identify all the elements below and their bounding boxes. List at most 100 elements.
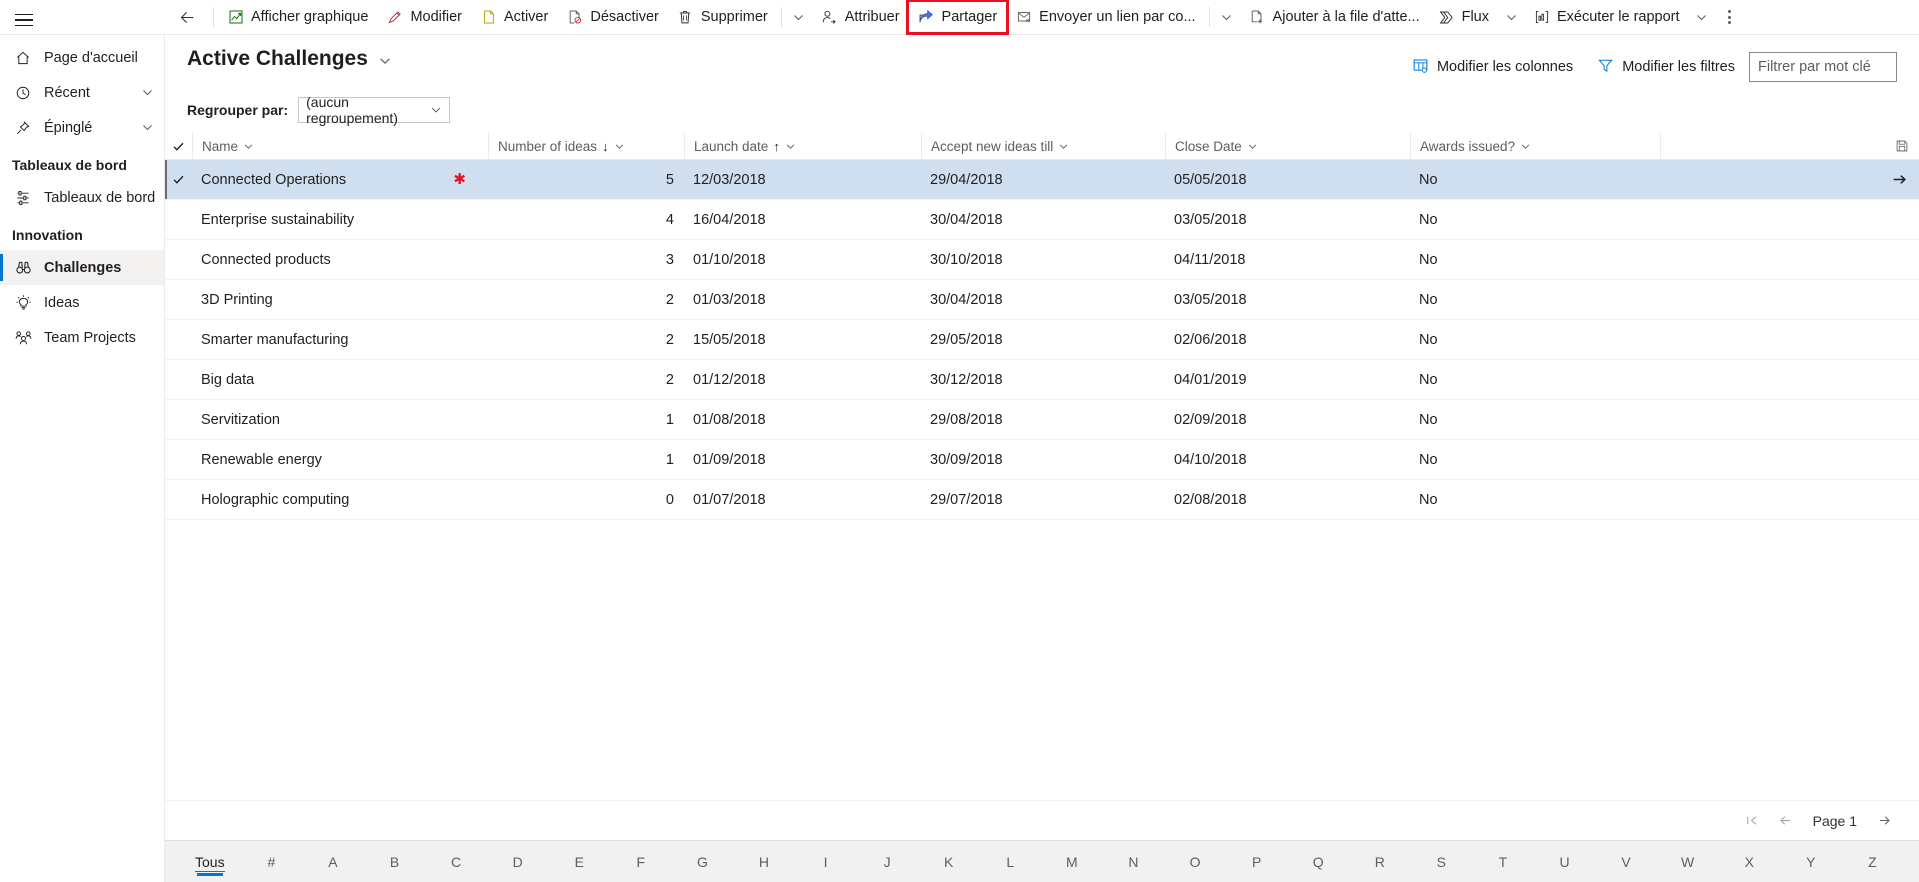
sidebar: Page d'accueil Récent Épinglé Tableaux d… [0, 13, 165, 882]
cell-name[interactable]: Connected products [192, 252, 488, 268]
page-next-button[interactable] [1867, 806, 1901, 836]
sidebar-item-ideas[interactable]: Ideas [0, 285, 164, 320]
sidebar-item-challenges[interactable]: Challenges [0, 250, 164, 285]
command-edit[interactable]: Modifier [377, 2, 471, 32]
command-activate[interactable]: Activer [471, 2, 557, 32]
table-row[interactable]: Connected Operations ✱ 5 12/03/2018 29/04/20… [165, 160, 1919, 200]
table-row[interactable]: Enterprise sustainability 4 16/04/2018 30/0… [165, 200, 1919, 240]
alpha-filter-e[interactable]: E [548, 852, 610, 872]
back-button[interactable] [165, 0, 209, 34]
column-header-awards-issued[interactable]: Awards issued? [1410, 132, 1660, 160]
alpha-filter-w[interactable]: W [1657, 852, 1719, 872]
command-run-report[interactable]: Exécuter le rapport [1524, 2, 1689, 32]
alpha-filter-a[interactable]: A [302, 852, 364, 872]
alpha-filter-t[interactable]: T [1472, 852, 1534, 872]
alpha-filter-m[interactable]: M [1041, 852, 1103, 872]
table-row[interactable]: Renewable energy 1 01/09/2018 30/09/2018 04/… [165, 440, 1919, 480]
command-share[interactable]: Partager [905, 0, 1010, 35]
alpha-filter-v[interactable]: V [1595, 852, 1657, 872]
command-flow[interactable]: Flux [1429, 2, 1498, 32]
alpha-filter-i[interactable]: I [795, 852, 857, 872]
command-delete[interactable]: Supprimer [668, 2, 777, 32]
page-prev-button[interactable] [1769, 806, 1803, 836]
run-report-chevron[interactable] [1689, 2, 1715, 32]
alpha-filter-o[interactable]: O [1164, 852, 1226, 872]
cell-name[interactable]: Enterprise sustainability [192, 212, 488, 228]
cell-name[interactable]: Big data [192, 372, 488, 388]
edit-columns-button[interactable]: Modifier les colonnes [1402, 51, 1583, 83]
alpha-filter-tous[interactable]: Tous [179, 852, 241, 872]
alpha-filter-c[interactable]: C [425, 852, 487, 872]
delete-overflow-chevron[interactable] [786, 2, 812, 32]
column-header-name[interactable]: Name [192, 132, 488, 160]
alpha-filter-u[interactable]: U [1534, 852, 1596, 872]
alpha-filter-s[interactable]: S [1411, 852, 1473, 872]
alpha-filter-x[interactable]: X [1718, 852, 1780, 872]
alpha-filter-k[interactable]: K [918, 852, 980, 872]
sidebar-item-pinned[interactable]: Épinglé [0, 110, 164, 145]
row-checkbox[interactable] [165, 173, 192, 186]
more-commands-button[interactable] [1715, 2, 1745, 32]
alpha-filter-d[interactable]: D [487, 852, 549, 872]
page-first-button[interactable] [1735, 806, 1769, 836]
group-by-select[interactable]: (aucun regroupement) [298, 94, 451, 126]
clock-icon [12, 85, 34, 101]
alpha-filter-n[interactable]: N [1103, 852, 1165, 872]
search-input[interactable] [1749, 52, 1897, 82]
alpha-filter-y[interactable]: Y [1780, 852, 1842, 872]
page-title: Active Challenges [187, 47, 368, 70]
flow-chevron[interactable] [1498, 2, 1524, 32]
command-show-chart[interactable]: Afficher graphique [218, 2, 377, 32]
alpha-filter-q[interactable]: Q [1287, 852, 1349, 872]
alpha-filter-f[interactable]: F [610, 852, 672, 872]
sidebar-item-home[interactable]: Page d'accueil [0, 40, 164, 75]
edit-filters-button[interactable]: Modifier les filtres [1587, 51, 1745, 83]
command-assign[interactable]: Attribuer [812, 2, 909, 32]
column-header-label: Launch date [694, 138, 769, 154]
alpha-filter-b[interactable]: B [364, 852, 426, 872]
command-add-to-queue[interactable]: Ajouter à la file d'atte... [1240, 2, 1429, 32]
table-row[interactable]: Connected products 3 01/10/2018 30/10/2018 0… [165, 240, 1919, 280]
sidebar-item-recent[interactable]: Récent [0, 75, 164, 110]
cell-name[interactable]: Smarter manufacturing [192, 332, 488, 348]
alpha-filter-j[interactable]: J [856, 852, 918, 872]
column-header-accept-new-ideas-till[interactable]: Accept new ideas till [921, 132, 1165, 160]
cell-name[interactable]: Servitization [192, 412, 488, 428]
person-arrow-icon [821, 9, 838, 26]
alpha-filter-l[interactable]: L [980, 852, 1042, 872]
column-header-close-date[interactable]: Close Date [1165, 132, 1410, 160]
alpha-filter-g[interactable]: G [672, 852, 734, 872]
column-header-launch-date[interactable]: Launch date ↑ [684, 132, 921, 160]
email-overflow-chevron[interactable] [1214, 2, 1240, 32]
column-header-label: Close Date [1175, 138, 1242, 154]
chevron-down-icon[interactable] [378, 54, 392, 68]
cell-name[interactable]: 3D Printing [192, 292, 488, 308]
alpha-filter-z[interactable]: Z [1842, 852, 1904, 872]
column-header-number-of-ideas[interactable]: Number of ideas ↓ [488, 132, 684, 160]
alpha-filter-h[interactable]: H [733, 852, 795, 872]
table-row[interactable]: Big data 2 01/12/2018 30/12/2018 04/01/2019 N… [165, 360, 1919, 400]
chevron-down-icon[interactable] [141, 86, 154, 99]
cell-name[interactable]: Connected Operations ✱ [192, 172, 488, 188]
sidebar-item-dashboards[interactable]: Tableaux de bord [0, 180, 164, 215]
sidebar-item-team-projects[interactable]: Team Projects [0, 320, 164, 355]
alpha-filter-p[interactable]: P [1226, 852, 1288, 872]
cell-name[interactable]: Holographic computing [192, 492, 488, 508]
alpha-filter-r[interactable]: R [1349, 852, 1411, 872]
table-row[interactable]: Holographic computing 0 01/07/2018 29/07/20… [165, 480, 1919, 520]
command-email-link[interactable]: Envoyer un lien par co... [1006, 2, 1204, 32]
open-record-button[interactable] [1879, 171, 1919, 188]
chevron-down-icon [1697, 14, 1706, 20]
hamburger-menu-button[interactable] [0, 0, 48, 40]
alpha-filter-hash[interactable]: # [241, 852, 303, 872]
select-all-checkbox[interactable] [165, 140, 192, 153]
cell-launch-date: 01/09/2018 [693, 451, 766, 468]
save-view-icon[interactable] [1885, 139, 1919, 153]
table-row[interactable]: Smarter manufacturing 2 15/05/2018 29/05/20… [165, 320, 1919, 360]
chevron-down-icon[interactable] [141, 121, 154, 134]
cell-name[interactable]: Renewable energy [192, 452, 488, 468]
table-row[interactable]: 3D Printing 2 01/03/2018 30/04/2018 03/05/20… [165, 280, 1919, 320]
command-deactivate[interactable]: Désactiver [557, 2, 668, 32]
table-row[interactable]: Servitization 1 01/08/2018 29/08/2018 02/09/… [165, 400, 1919, 440]
view-selector[interactable]: Active Challenges [187, 47, 392, 71]
